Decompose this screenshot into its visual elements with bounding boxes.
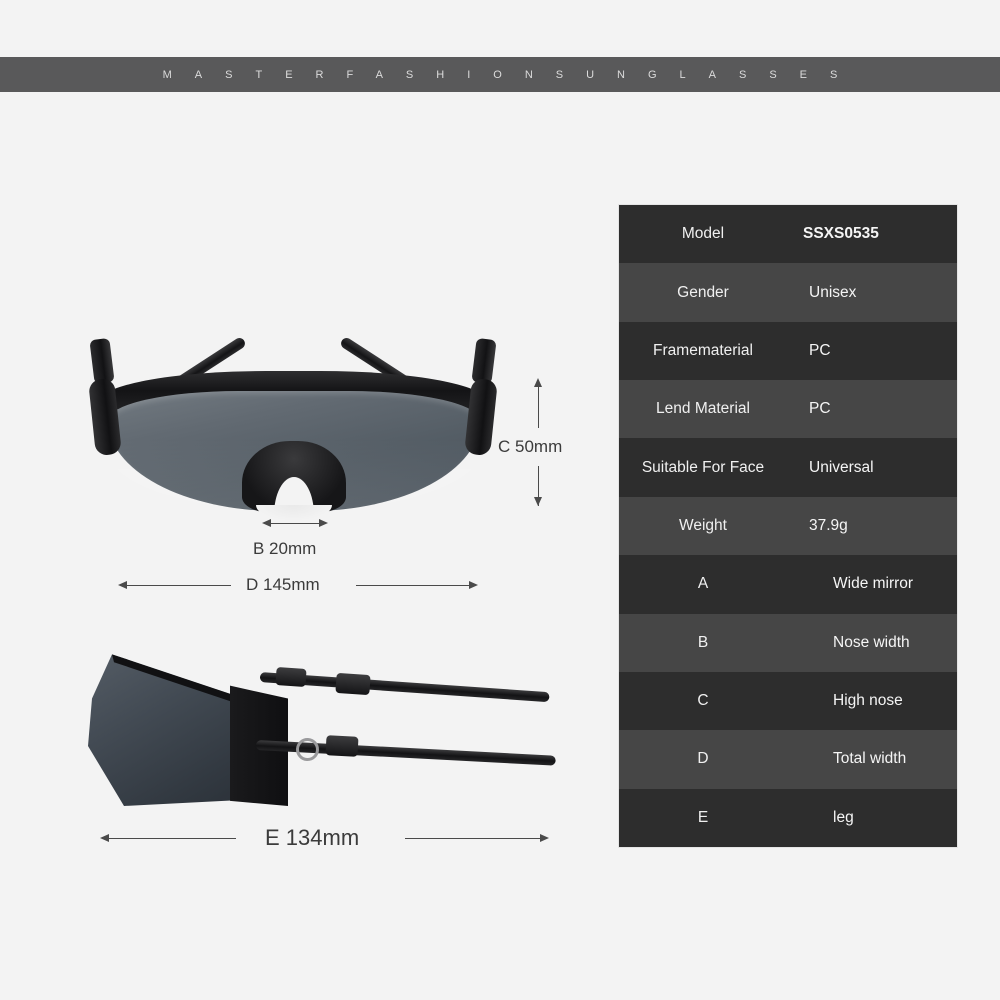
spec-value: High nose [833, 692, 903, 710]
spec-value: Total width [833, 750, 907, 768]
dimension-b-arrow-right [319, 519, 328, 527]
table-row: Model SSXS0535 [619, 205, 957, 264]
spec-value: Nose width [833, 633, 910, 651]
spec-key: Suitable For Face [641, 458, 765, 476]
table-row: Weight 37.9g [619, 496, 957, 556]
table-row: D Total width [619, 730, 957, 789]
spec-value: PC [809, 400, 831, 418]
spec-value: SSXS0535 [803, 225, 879, 243]
dimension-d-line-left [126, 585, 231, 586]
side-hinge-knuckle-2 [335, 672, 371, 696]
dimension-d-label: D 145mm [246, 575, 320, 594]
spec-key: Framematerial [653, 341, 753, 359]
specification-table: Model SSXS0535 Gender Unisex Framemateri… [619, 205, 957, 847]
dimension-c-line-top [538, 386, 539, 428]
spec-key: C [697, 692, 709, 710]
dimension-d-arrow-right [469, 581, 478, 589]
table-row: B Nose width [619, 613, 957, 672]
dimension-b-line [270, 523, 320, 524]
spec-value: leg [833, 808, 854, 826]
spec-key: Model [681, 225, 725, 243]
dimension-e-label: E 134mm [265, 825, 360, 850]
table-row: E leg [619, 788, 957, 847]
table-row: Suitable For Face Universal [619, 438, 957, 497]
spec-key: Lend Material [656, 400, 750, 418]
dimension-c-label: C 50mm [498, 437, 563, 456]
table-row: A Wide mirror [619, 555, 957, 614]
side-hinge-ring [295, 737, 320, 762]
dimension-b-label: B 20mm [253, 539, 317, 558]
spec-value: Unisex [809, 283, 857, 301]
dimension-e-arrow-right [540, 834, 549, 842]
front-nose-pad [242, 441, 346, 515]
spec-key: Weight [679, 516, 727, 534]
spec-key: A [697, 575, 709, 593]
table-row: C High nose [619, 671, 957, 731]
brand-banner: MASTERFASHIONSUNGLASSES [0, 57, 1000, 92]
product-spec-page: MASTERFASHIONSUNGLASSES C 50mm B 20mm D … [0, 0, 1000, 1000]
spec-key: D [697, 750, 709, 768]
front-hinge-left [89, 337, 115, 385]
spec-key: B [697, 633, 709, 651]
table-row: Framematerial PC [619, 321, 957, 381]
table-row: Gender Unisex [619, 263, 957, 322]
sunglasses-side-view-image [88, 640, 558, 815]
spec-key: Gender [677, 283, 729, 301]
spec-value: PC [809, 341, 831, 359]
brand-banner-text: MASTERFASHIONSUNGLASSES [162, 68, 861, 81]
spec-value: Universal [809, 458, 874, 476]
dimension-c-arrow-bottom [534, 497, 542, 506]
front-hinge-right [471, 337, 497, 385]
dimension-e-line-right [405, 838, 541, 839]
side-hinge-knuckle-3 [325, 735, 359, 757]
sunglasses-front-view-image [78, 243, 508, 533]
dimension-d-line-right [356, 585, 470, 586]
spec-key: E [697, 808, 709, 826]
table-row: Lend Material PC [619, 380, 957, 439]
spec-value: 37.9g [809, 516, 848, 534]
spec-value: Wide mirror [833, 575, 914, 593]
side-hinge-knuckle-1 [275, 666, 307, 688]
dimension-e-line-left [108, 838, 236, 839]
